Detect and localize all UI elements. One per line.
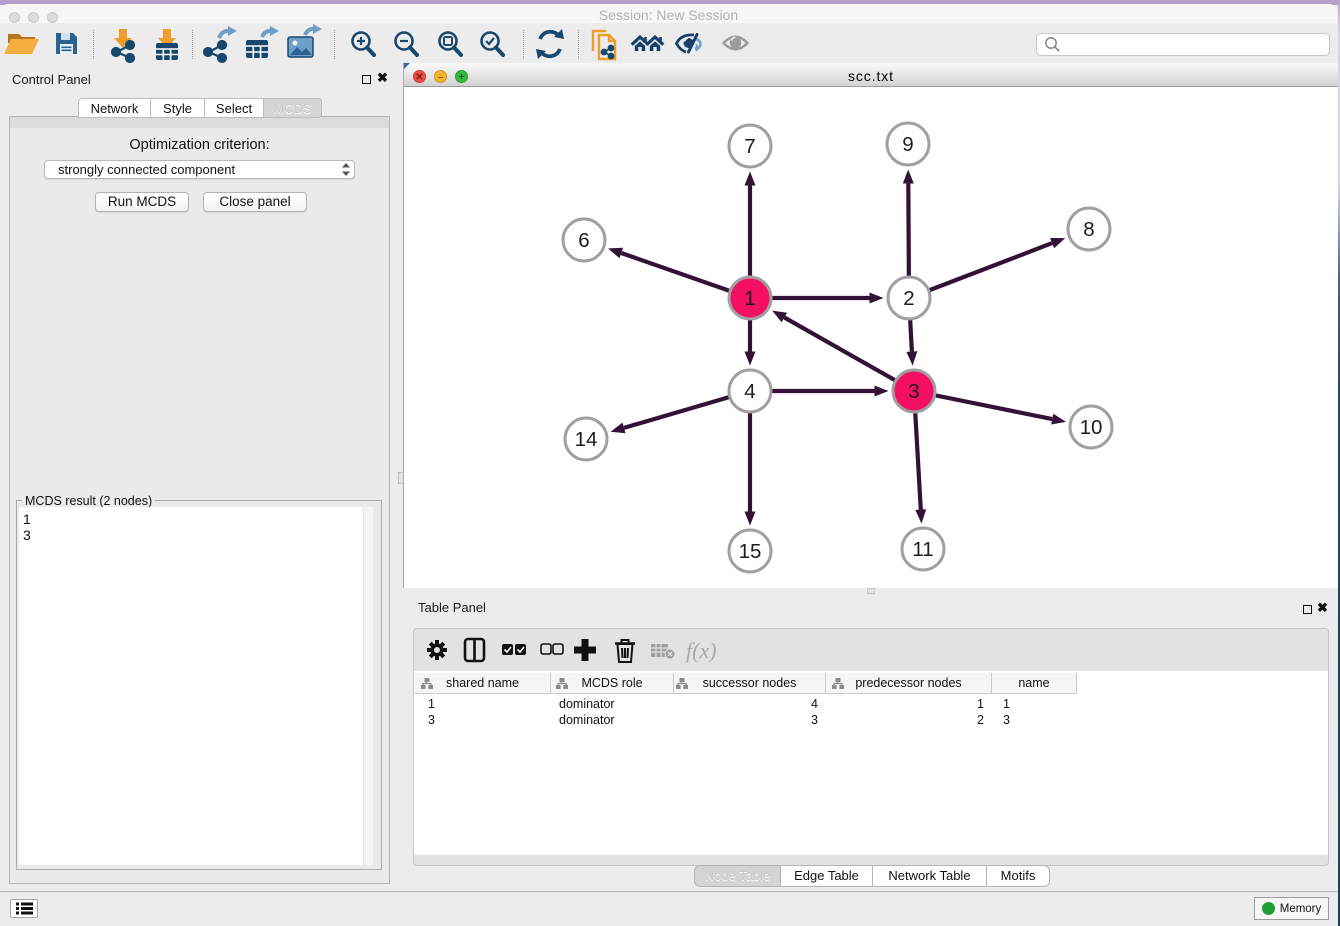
svg-text:6: 6 xyxy=(578,229,589,252)
svg-text:14: 14 xyxy=(575,428,598,451)
svg-text:1: 1 xyxy=(744,287,755,310)
svg-text:15: 15 xyxy=(739,540,762,563)
svg-text:10: 10 xyxy=(1080,416,1103,439)
svg-text:9: 9 xyxy=(902,133,913,156)
svg-text:8: 8 xyxy=(1083,218,1094,241)
svg-text:4: 4 xyxy=(744,380,755,403)
svg-text:f(x): f(x) xyxy=(686,638,717,663)
svg-text:2: 2 xyxy=(903,287,914,310)
svg-text:11: 11 xyxy=(912,538,933,561)
svg-text:3: 3 xyxy=(908,380,919,403)
svg-text:7: 7 xyxy=(744,135,755,158)
